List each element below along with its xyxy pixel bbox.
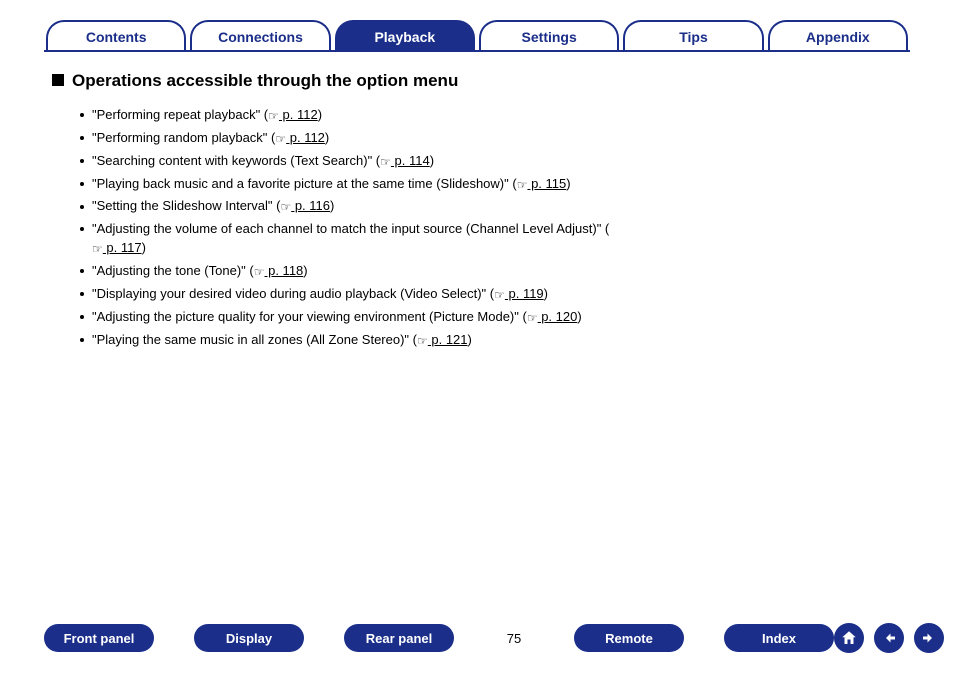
page-ref-link[interactable]: p. 120 bbox=[538, 309, 578, 324]
page-ref-link[interactable]: p. 114 bbox=[391, 153, 430, 168]
tab-settings[interactable]: Settings bbox=[479, 20, 619, 52]
item-text-end: ) bbox=[325, 130, 329, 145]
pointer-icon: ☞ bbox=[527, 310, 538, 327]
item-text: "Adjusting the picture quality for your … bbox=[92, 309, 527, 324]
tab-appendix[interactable]: Appendix bbox=[768, 20, 908, 52]
button-label: Index bbox=[762, 631, 796, 646]
list-item: "Performing random playback" (☞ p. 112) bbox=[80, 129, 612, 148]
top-tabs: Contents Connections Playback Settings T… bbox=[0, 0, 954, 52]
item-text-end: ) bbox=[303, 263, 307, 278]
square-bullet-icon bbox=[52, 74, 64, 86]
list-item: "Displaying your desired video during au… bbox=[80, 285, 612, 304]
list-item: "Setting the Slideshow Interval" (☞ p. 1… bbox=[80, 197, 612, 216]
item-text-end: ) bbox=[566, 176, 570, 191]
pointer-icon: ☞ bbox=[280, 199, 291, 216]
index-button[interactable]: Index bbox=[724, 624, 834, 652]
item-text: "Playing back music and a favorite pictu… bbox=[92, 176, 517, 191]
item-text-end: ) bbox=[577, 309, 581, 324]
button-label: Rear panel bbox=[366, 631, 432, 646]
page-ref-link[interactable]: p. 117 bbox=[103, 240, 142, 255]
item-text: "Performing random playback" ( bbox=[92, 130, 275, 145]
item-text: "Displaying your desired video during au… bbox=[92, 286, 494, 301]
rear-panel-button[interactable]: Rear panel bbox=[344, 624, 454, 652]
item-text-end: ) bbox=[430, 153, 434, 168]
bottom-bar: Front panel Display Rear panel 75 Remote… bbox=[0, 623, 954, 653]
item-text: "Performing repeat playback" ( bbox=[92, 107, 268, 122]
item-text-end: ) bbox=[544, 286, 548, 301]
arrow-right-icon bbox=[920, 629, 938, 647]
tab-label: Settings bbox=[522, 29, 577, 45]
option-list: "Performing repeat playback" (☞ p. 112) … bbox=[52, 106, 612, 349]
front-panel-button[interactable]: Front panel bbox=[44, 624, 154, 652]
list-item: "Adjusting the tone (Tone)" (☞ p. 118) bbox=[80, 262, 612, 281]
pointer-icon: ☞ bbox=[494, 287, 505, 304]
button-label: Front panel bbox=[64, 631, 135, 646]
item-text-end: ) bbox=[142, 240, 146, 255]
content-area: Operations accessible through the option… bbox=[0, 52, 954, 349]
tab-label: Playback bbox=[374, 29, 435, 45]
button-label: Remote bbox=[605, 631, 653, 646]
page-ref-link[interactable]: p. 118 bbox=[264, 263, 303, 278]
item-text-end: ) bbox=[318, 107, 322, 122]
list-item: "Playing the same music in all zones (Al… bbox=[80, 331, 612, 350]
pointer-icon: ☞ bbox=[254, 264, 265, 281]
page-ref-link[interactable]: p. 115 bbox=[527, 176, 566, 191]
pointer-icon: ☞ bbox=[275, 131, 286, 148]
pointer-icon: ☞ bbox=[268, 108, 279, 125]
arrow-left-icon bbox=[880, 629, 898, 647]
next-page-button[interactable] bbox=[914, 623, 944, 653]
pointer-icon: ☞ bbox=[517, 177, 528, 194]
page-ref-link[interactable]: p. 112 bbox=[286, 130, 325, 145]
list-item: "Adjusting the picture quality for your … bbox=[80, 308, 612, 327]
item-text-end: ) bbox=[330, 198, 334, 213]
heading-text: Operations accessible through the option… bbox=[72, 70, 458, 92]
item-text: "Adjusting the tone (Tone)" ( bbox=[92, 263, 254, 278]
page-ref-link[interactable]: p. 112 bbox=[279, 107, 318, 122]
tab-contents[interactable]: Contents bbox=[46, 20, 186, 52]
page-ref-link[interactable]: p. 116 bbox=[291, 198, 330, 213]
nav-icons bbox=[834, 623, 944, 653]
list-item: "Performing repeat playback" (☞ p. 112) bbox=[80, 106, 612, 125]
page-ref-link[interactable]: p. 121 bbox=[428, 332, 468, 347]
list-item: "Searching content with keywords (Text S… bbox=[80, 152, 612, 171]
prev-page-button[interactable] bbox=[874, 623, 904, 653]
remote-button[interactable]: Remote bbox=[574, 624, 684, 652]
home-button[interactable] bbox=[834, 623, 864, 653]
tab-connections[interactable]: Connections bbox=[190, 20, 330, 52]
item-text: "Playing the same music in all zones (Al… bbox=[92, 332, 417, 347]
display-button[interactable]: Display bbox=[194, 624, 304, 652]
tab-playback[interactable]: Playback bbox=[335, 20, 475, 52]
tab-tips[interactable]: Tips bbox=[623, 20, 763, 52]
pointer-icon: ☞ bbox=[92, 241, 103, 258]
list-item: "Playing back music and a favorite pictu… bbox=[80, 175, 612, 194]
item-text: "Adjusting the volume of each channel to… bbox=[92, 221, 609, 236]
button-label: Display bbox=[226, 631, 272, 646]
home-icon bbox=[840, 629, 858, 647]
item-text-end: ) bbox=[468, 332, 472, 347]
tab-label: Appendix bbox=[806, 29, 870, 45]
page-number: 75 bbox=[494, 631, 534, 646]
tab-label: Contents bbox=[86, 29, 147, 45]
list-item: "Adjusting the volume of each channel to… bbox=[80, 220, 612, 258]
pointer-icon: ☞ bbox=[380, 154, 391, 171]
tab-label: Connections bbox=[218, 29, 303, 45]
pointer-icon: ☞ bbox=[417, 333, 428, 350]
page-ref-link[interactable]: p. 119 bbox=[505, 286, 544, 301]
bottom-buttons: Front panel Display Rear panel 75 Remote… bbox=[44, 624, 834, 652]
item-text: "Setting the Slideshow Interval" ( bbox=[92, 198, 280, 213]
item-text: "Searching content with keywords (Text S… bbox=[92, 153, 380, 168]
section-heading: Operations accessible through the option… bbox=[52, 70, 902, 92]
tab-label: Tips bbox=[679, 29, 708, 45]
